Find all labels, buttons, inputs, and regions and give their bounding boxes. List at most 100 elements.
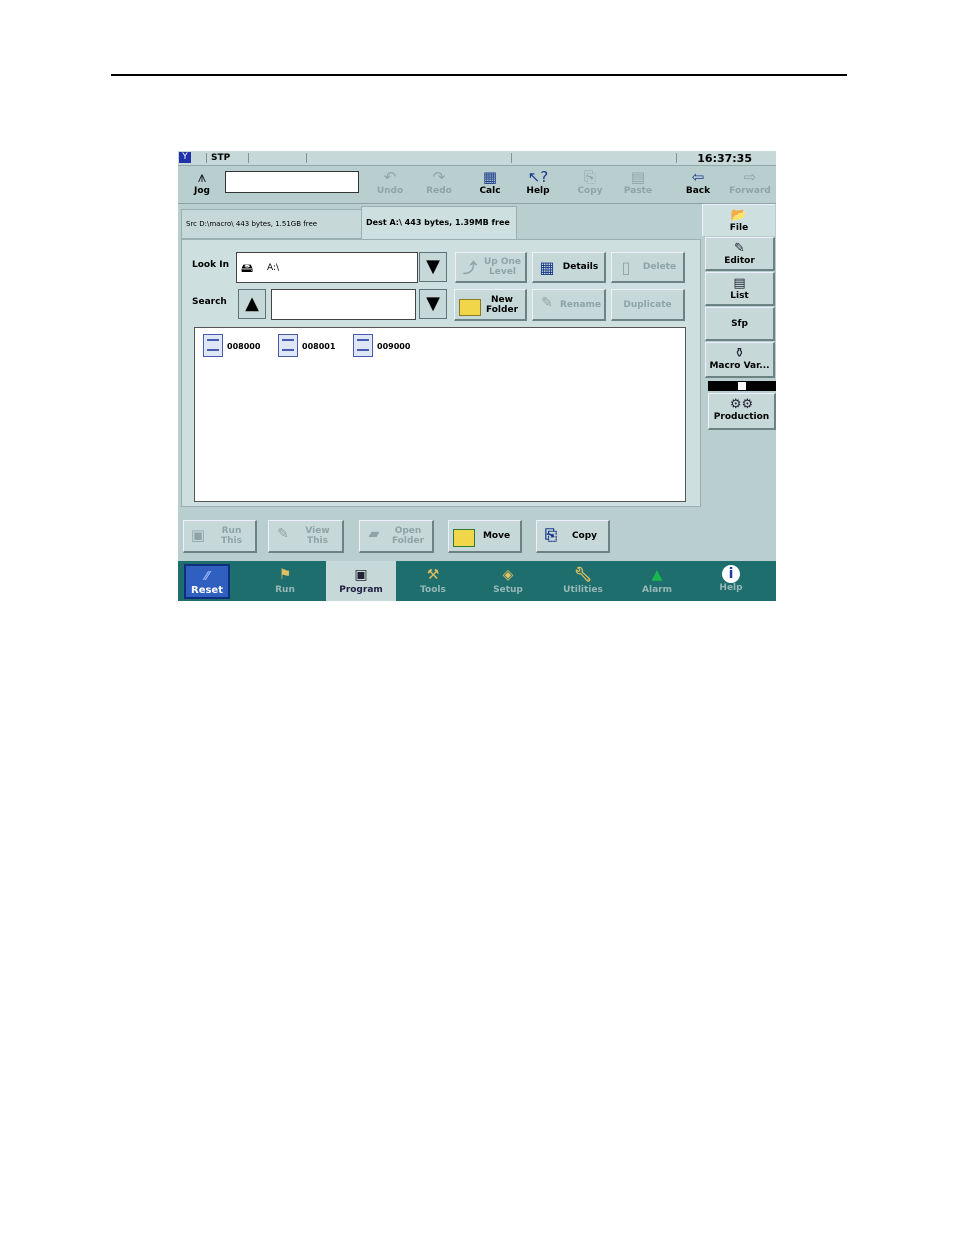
look-in-combo[interactable]: 🖴 A:\ [236,252,418,283]
up-folder-icon: ⤴ [463,261,477,277]
side-tab-list-label: List [730,291,749,301]
open-folder-icon: ▰ [368,526,380,542]
clock: 16:37:35 [697,152,752,165]
reset-icon: ⁄⁄ [204,569,209,583]
file-name: 008000 [227,342,261,351]
look-in-dropdown-button[interactable]: ▼ [419,252,447,282]
production-icon: ⚙⚙ [729,397,754,412]
search-input[interactable] [271,289,416,320]
new-folder-button[interactable]: New Folder [454,289,527,321]
delete-icon: ▯ [621,258,631,277]
open-folder-button[interactable]: ▰ Open Folder [359,520,434,553]
calc-icon: ▦ [482,168,498,186]
search-dropdown-button[interactable]: ▼ [419,289,447,319]
editor-icon: ✎ [734,241,745,256]
program-icon: ▣ [354,567,368,583]
side-tab-production-label: Production [713,412,770,422]
side-tab-sfp-label: Sfp [731,319,748,329]
move-icon [453,529,475,547]
cnc-control-screen: Y STP 16:37:35 ⩚ Jog ↶ Undo ↷ Redo ▦ Cal… [178,151,776,601]
tools-icon: ⚒ [426,567,440,583]
undo-button[interactable]: ↶ Undo [368,168,412,200]
look-in-label: Look In [192,260,229,270]
nav-tools-label: Tools [420,585,446,595]
jog-icon: ⩚ [197,168,207,186]
redo-button[interactable]: ↷ Redo [417,168,461,200]
nav-setup-label: Setup [493,585,523,595]
reset-button[interactable]: ⁄⁄ Reset [184,564,230,599]
nav-tools[interactable]: ⚒ Tools [398,561,468,601]
up-one-level-label: Up One Level [483,257,522,277]
move-button[interactable]: Move [448,520,522,553]
back-button[interactable]: ⇦ Back [676,168,720,200]
jog-button[interactable]: ⩚ Jog [180,168,224,200]
mode-indicator: STP [211,153,231,163]
destination-tab[interactable]: Dest A:\ 443 bytes, 1.39MB free [361,206,517,240]
side-tab-file[interactable]: 📂 File [702,204,775,236]
paste-button[interactable]: ▤ Paste [616,168,660,200]
forward-label: Forward [729,186,771,196]
location-tabs: Src D:\macro\ 443 bytes, 1.51GB free Des… [178,204,704,240]
new-folder-icon [459,299,481,316]
open-folder-label: Open Folder [391,526,425,546]
status-bar: Y STP 16:37:35 [178,151,776,166]
paste-label: Paste [623,186,653,196]
setup-icon: ◈ [502,567,514,583]
details-grid-icon: ▦ [539,258,555,277]
view-this-button[interactable]: ✎ View This [268,520,344,553]
status-divider [676,153,677,163]
side-tab-production[interactable]: ⚙⚙ Production [708,393,776,430]
side-tab-editor[interactable]: ✎ Editor [705,237,775,271]
file-list[interactable]: 008000 008001 009000 [194,327,686,502]
search-up-button[interactable]: ▲ [238,289,266,319]
help-label: Help [526,186,550,196]
nav-setup[interactable]: ◈ Setup [473,561,543,601]
side-tab-sfp[interactable]: Sfp [705,307,775,341]
run-this-button[interactable]: ▣ Run This [183,520,257,553]
nav-run[interactable]: ⚑ Run [250,561,320,601]
nav-utilities[interactable]: 🔧︎ Utilities [548,561,618,601]
jog-label: Jog [194,186,210,196]
nav-run-label: Run [275,585,295,595]
up-one-level-button[interactable]: ⤴ Up One Level [455,252,527,283]
macro-var-icon: ⚱ [734,346,745,361]
nav-program[interactable]: ▣ Program [326,561,396,601]
duplicate-button[interactable]: Duplicate [611,289,685,321]
side-tab-separator [708,381,776,391]
brand-logo: Y [179,152,191,163]
copy-button[interactable]: ⎘ Copy [536,520,610,553]
view-this-label: View This [305,526,330,546]
nav-program-label: Program [339,585,383,595]
nav-help[interactable]: i Help [696,561,766,601]
delete-button[interactable]: ▯ Delete [611,252,685,283]
forward-arrow-icon: ⇨ [743,168,757,186]
run-icon: ▣ [190,526,206,544]
nav-help-label: Help [719,583,743,593]
source-tab[interactable]: Src D:\macro\ 443 bytes, 1.51GB free [181,209,363,239]
nav-alarm[interactable]: ▲ Alarm [622,561,692,601]
new-folder-label: New Folder [485,294,519,315]
look-in-value: A:\ [267,263,280,273]
jog-input[interactable] [225,171,359,193]
wrench-icon: 🔧︎ [574,567,592,583]
toolbar: ⩚ Jog ↶ Undo ↷ Redo ▦ Calc ↖? Help ⎘ Cop… [178,166,776,204]
side-tab-list[interactable]: ▤ List [705,272,775,306]
help-button[interactable]: ↖? Help [516,168,560,200]
copy-label: Copy [571,531,598,541]
forward-button[interactable]: ⇨ Forward [726,168,774,200]
move-label: Move [482,531,511,541]
nav-alarm-label: Alarm [642,585,672,595]
calc-button[interactable]: ▦ Calc [468,168,512,200]
drive-icon: 🖴 [241,261,254,275]
side-tab-macro-var[interactable]: ⚱ Macro Var... [705,342,775,378]
page-top-rule [111,74,847,76]
redo-icon: ↷ [432,168,446,186]
file-icon [278,334,298,357]
copy-toolbar-button[interactable]: ⎘ Copy [568,168,612,200]
reset-label: Reset [191,585,223,596]
details-button[interactable]: ▦ Details [532,252,606,283]
help-cursor-icon: ↖? [527,168,549,186]
run-this-label: Run This [221,526,242,546]
nav-utilities-label: Utilities [563,585,603,595]
rename-button[interactable]: ✎ Rename [532,289,606,321]
